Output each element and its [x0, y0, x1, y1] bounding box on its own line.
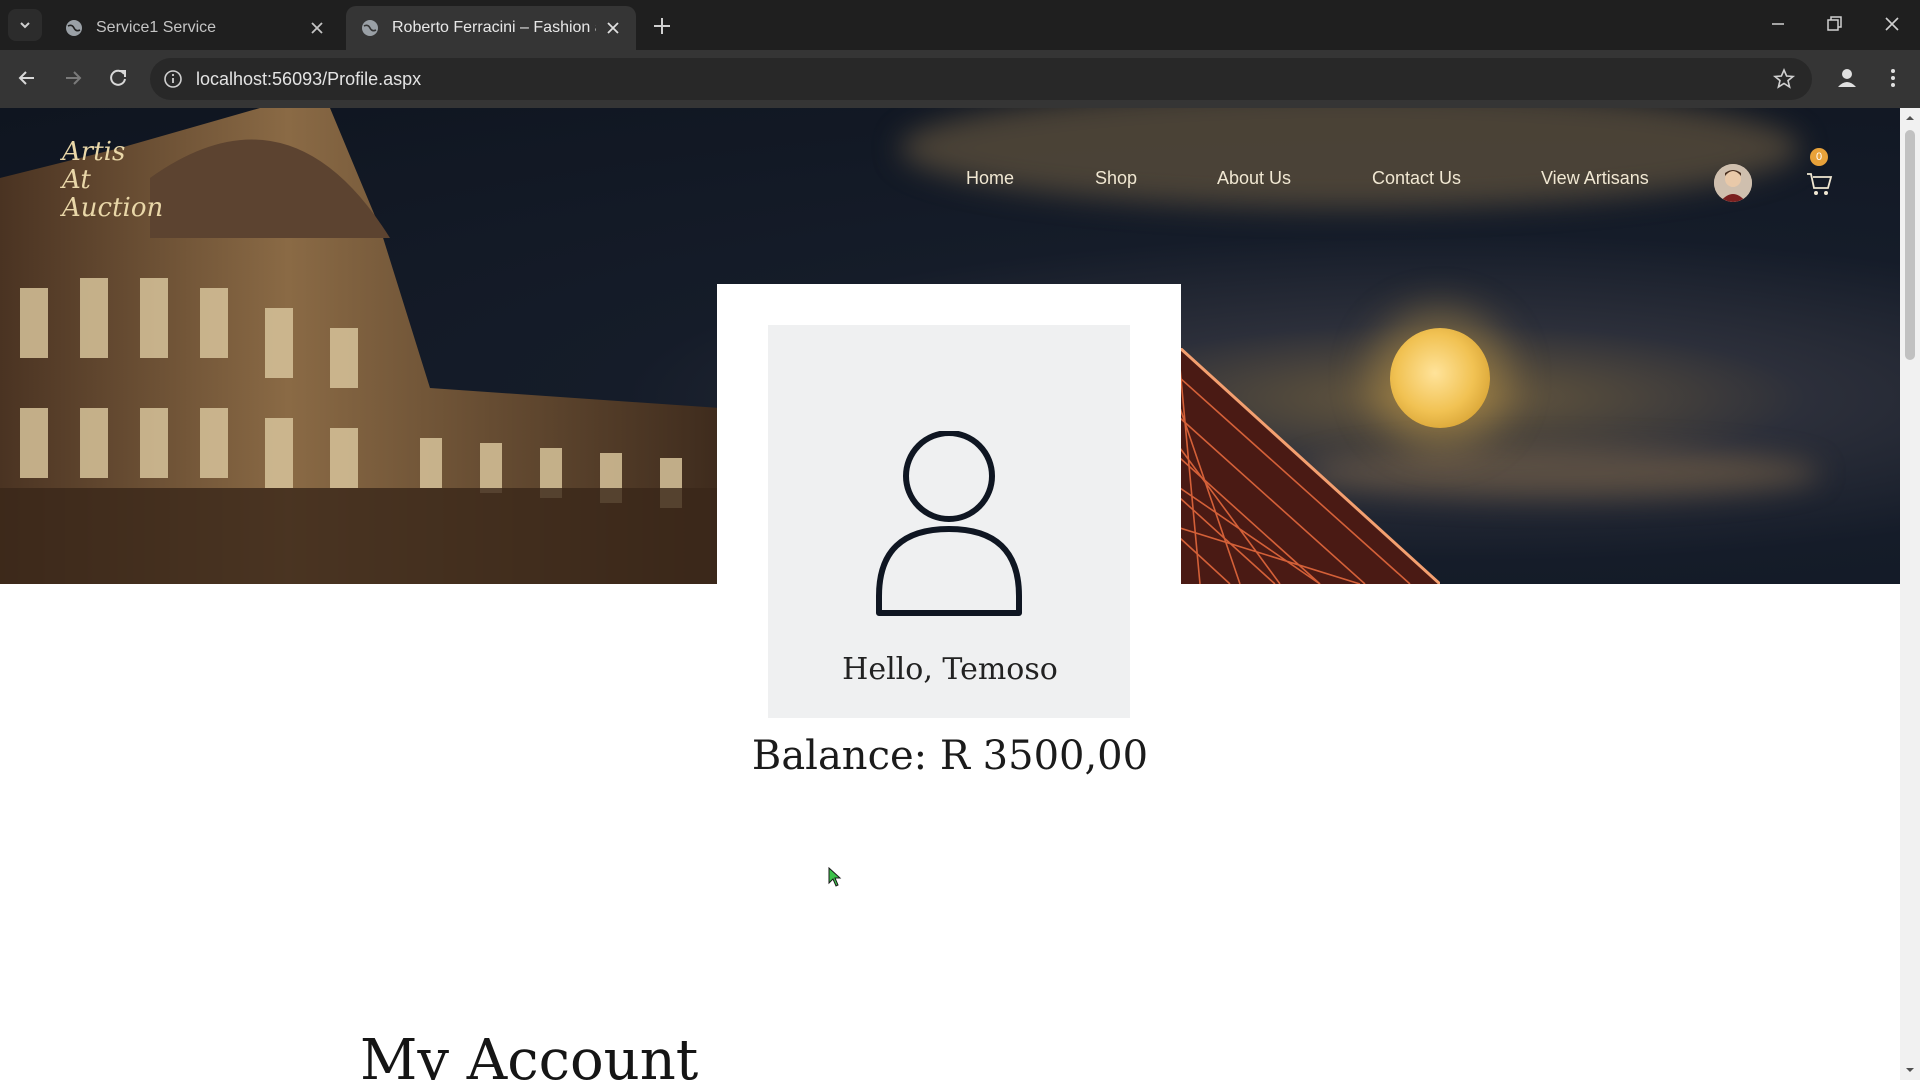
browser-tab-roberto[interactable]: Roberto Ferracini – Fashion and	[346, 6, 636, 50]
restore-icon[interactable]	[1822, 12, 1846, 36]
cloud	[900, 108, 1800, 208]
site-logo[interactable]: Artis At Auction	[62, 138, 163, 222]
user-avatar[interactable]	[1714, 164, 1752, 202]
close-tab-icon[interactable]	[604, 19, 622, 37]
more-menu-icon[interactable]	[1880, 65, 1906, 91]
reload-icon[interactable]	[105, 65, 131, 91]
scroll-down-icon[interactable]	[1905, 1065, 1915, 1075]
avatar-photo-icon	[1714, 164, 1752, 202]
url-text: localhost:56093/Profile.aspx	[196, 69, 422, 89]
page-content: Artis At Auction Home Shop About Us Cont…	[0, 108, 1900, 1080]
minimize-icon[interactable]	[1766, 12, 1790, 36]
address-bar[interactable]: localhost:56093/Profile.aspx	[150, 58, 1812, 100]
chevron-down-icon	[20, 22, 30, 29]
logo-line: At	[62, 165, 91, 195]
cart-count-badge: 0	[1810, 148, 1828, 166]
bookmark-star-icon[interactable]	[1772, 67, 1796, 91]
nav-contact-us[interactable]: Contact Us	[1372, 168, 1461, 189]
close-window-icon[interactable]	[1880, 12, 1904, 36]
forward-arrow-icon[interactable]	[60, 65, 86, 91]
browser-tab-bar: Service1 Service Roberto Ferracini – Fas…	[0, 0, 1920, 50]
nav-home[interactable]: Home	[966, 168, 1014, 189]
scroll-up-icon[interactable]	[1905, 113, 1915, 123]
browser-tab-service1[interactable]: Service1 Service	[50, 6, 340, 50]
nav-about-us[interactable]: About Us	[1217, 168, 1291, 189]
logo-line: Auction	[62, 193, 164, 223]
tab-title: Service1 Service	[96, 19, 217, 36]
close-tab-icon[interactable]	[308, 19, 326, 37]
user-placeholder-icon	[876, 431, 1022, 616]
browser-toolbar: localhost:56093/Profile.aspx	[0, 50, 1920, 108]
mouse-cursor-icon	[828, 867, 842, 887]
back-arrow-icon[interactable]	[14, 65, 40, 91]
page-scrollbar[interactable]	[1900, 108, 1920, 1080]
nav-view-artisans[interactable]: View Artisans	[1541, 168, 1649, 189]
globe-icon	[362, 20, 378, 36]
greeting-text: Hello, Temoso	[842, 652, 1058, 687]
new-tab-icon[interactable]	[650, 14, 674, 38]
scrollbar-thumb[interactable]	[1905, 130, 1915, 360]
balance-text: Balance: R 3500,00	[751, 733, 1149, 779]
logo-line: Artis	[62, 137, 126, 167]
profile-icon[interactable]	[1834, 65, 1860, 91]
nav-shop[interactable]: Shop	[1095, 168, 1137, 189]
site-info-icon[interactable]	[162, 68, 184, 90]
globe-icon	[66, 20, 82, 36]
tab-title: Roberto Ferracini – Fashion and	[392, 19, 596, 36]
profile-card	[717, 284, 1181, 718]
my-account-heading: My Account	[360, 1028, 699, 1080]
glass-pyramid-image	[1180, 348, 1440, 584]
tab-search-button[interactable]	[8, 9, 42, 41]
